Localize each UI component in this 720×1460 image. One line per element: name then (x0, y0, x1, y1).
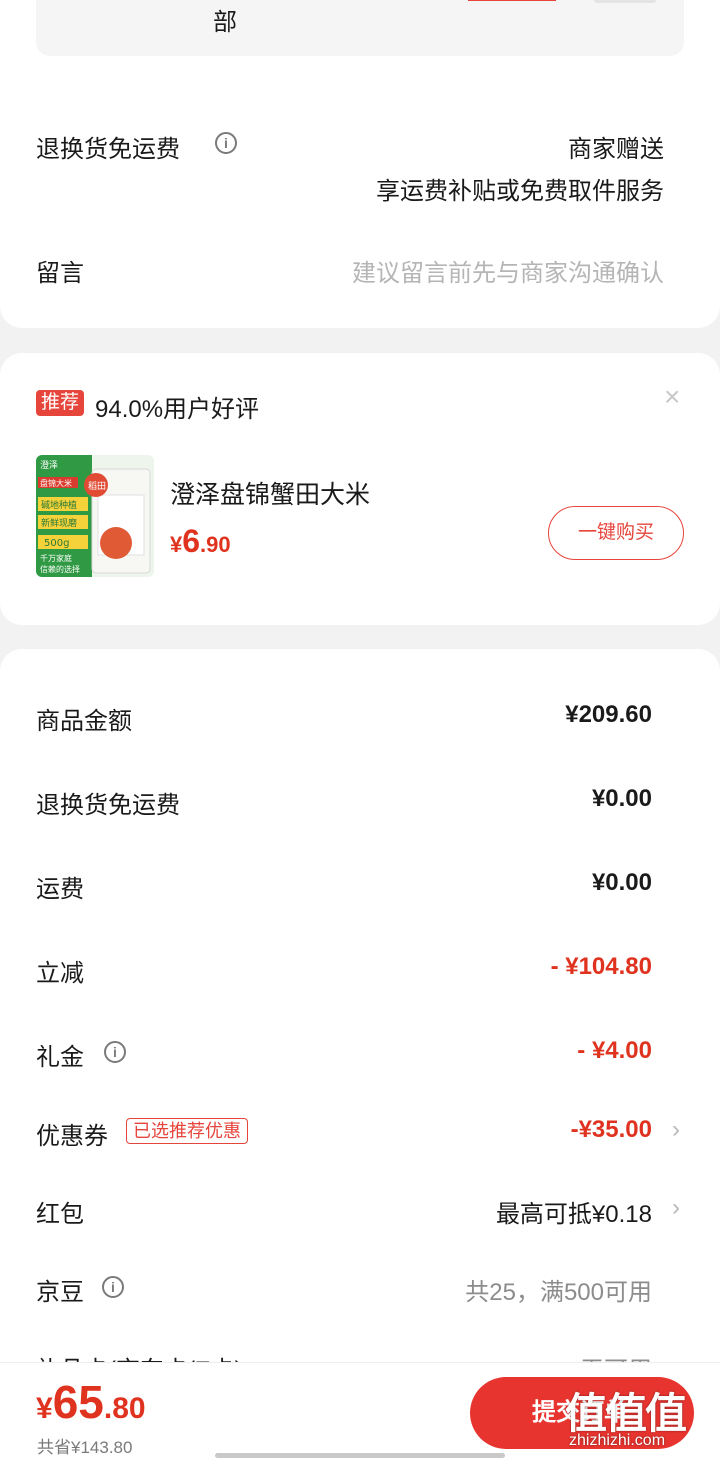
image-line4: 信赖的选择 (40, 564, 80, 574)
return-shipping-label: 退换货免运费 (36, 136, 180, 163)
price-summary-card: 商品金额 ¥209.60 退换货免运费 ¥0.00 运费 ¥0.00 立减 - … (0, 649, 720, 1460)
summary-value: ¥0.00 (591, 869, 652, 896)
order-confirm-page: 部 退换货免运费 i 商家赠送 享运费补贴或免费取件服务 留言 建议留言前先与商… (0, 0, 720, 1460)
message-input[interactable]: 建议留言前先与商家沟通确认 (352, 253, 664, 288)
chevron-right-icon[interactable]: › (672, 1194, 680, 1222)
address-tag (468, 0, 556, 1)
one-click-buy-button[interactable]: 一键购买 (548, 506, 684, 560)
product-price: ¥6.90 (170, 523, 231, 560)
address-box[interactable] (36, 0, 684, 56)
total-dec: .80 (103, 1392, 146, 1425)
summary-value: - ¥104.80 (550, 953, 652, 980)
summary-row-discount: 立减 - ¥104.80 (0, 949, 720, 989)
summary-value: ¥209.60 (565, 701, 652, 728)
summary-value: 共25，满500可用 (465, 1279, 652, 1306)
summary-row-return-shipping: 退换货免运费 ¥0.00 (0, 781, 720, 821)
summary-row-shipping: 运费 ¥0.00 (0, 865, 720, 905)
return-shipping-value: 商家赠送 (568, 136, 664, 163)
image-tag2: 稻田 (88, 481, 106, 492)
summary-row-jd-beans: 京豆 i 共25，满500可用 (0, 1268, 720, 1308)
chevron-right-icon[interactable]: › (672, 1116, 680, 1144)
product-image[interactable]: 澄泽 盘锦大米 稻田 碱地种植 新鲜现磨 500g 千万家庭 信赖的选择 (36, 455, 154, 577)
recommend-rating: 94.0%用户好评 (95, 396, 260, 423)
summary-label: 礼金 (36, 1044, 84, 1071)
recommend-card: 推荐 94.0%用户好评 × 澄泽 盘锦大米 稻田 碱地种植 新鲜现磨 500g (0, 353, 720, 625)
coupon-selected-tag: 已选推荐优惠 (126, 1118, 248, 1144)
summary-label: 京豆 (36, 1279, 84, 1306)
address-text: 部 (213, 9, 237, 36)
return-shipping-desc: 享运费补贴或免费取件服务 (376, 178, 664, 205)
total-int: 65 (52, 1376, 104, 1428)
info-icon[interactable]: i (104, 1041, 126, 1063)
price-int: 6 (182, 523, 201, 559)
message-label: 留言 (36, 260, 84, 287)
price-symbol: ¥ (170, 532, 183, 557)
summary-value: 最高可抵¥0.18 (495, 1201, 652, 1228)
summary-row-coupon[interactable]: 优惠券 已选推荐优惠 -¥35.00 › (0, 1112, 720, 1152)
info-icon[interactable]: i (102, 1276, 124, 1298)
saved-amount: 共省¥143.80 (37, 1438, 133, 1457)
image-weight: 500g (44, 538, 69, 549)
product-name[interactable]: 澄泽盘锦蟹田大米 (170, 475, 370, 511)
total-price: ¥65.80 (36, 1375, 146, 1429)
recommend-tag: 推荐 (36, 390, 85, 416)
summary-label: 运费 (36, 876, 84, 903)
shipping-card: 部 退换货免运费 i 商家赠送 享运费补贴或免费取件服务 留言 建议留言前先与商… (0, 0, 720, 328)
summary-label: 立减 (36, 960, 84, 987)
watermark-site: zhizhizhi.com (569, 1432, 666, 1449)
image-line3: 千万家庭 (40, 553, 72, 563)
summary-value: - ¥4.00 (577, 1037, 652, 1064)
summary-value: ¥0.00 (591, 785, 652, 812)
summary-value: -¥35.00 (570, 1116, 652, 1143)
image-line2: 新鲜现磨 (41, 517, 77, 529)
summary-label: 商品金额 (36, 708, 132, 735)
address-button[interactable] (594, 0, 656, 3)
summary-label: 红包 (36, 1201, 84, 1228)
summary-row-goods: 商品金额 ¥209.60 (0, 697, 720, 737)
rice-bag-image: 澄泽 盘锦大米 稻田 碱地种植 新鲜现磨 500g 千万家庭 信赖的选择 (36, 455, 154, 577)
info-icon[interactable]: i (215, 132, 237, 154)
summary-label: 优惠券 (36, 1123, 108, 1150)
summary-row-red-packet[interactable]: 红包 最高可抵¥0.18 › (0, 1190, 720, 1230)
image-line1: 碱地种植 (41, 499, 77, 511)
watermark: 值值值 zhizhizhi.com (565, 1380, 715, 1460)
home-indicator[interactable] (215, 1453, 505, 1458)
price-dec: .90 (200, 532, 231, 557)
total-symbol: ¥ (36, 1392, 53, 1425)
summary-row-gift-money: 礼金 i - ¥4.00 (0, 1033, 720, 1073)
summary-label: 退换货免运费 (36, 792, 180, 819)
image-tag1: 盘锦大米 (40, 478, 72, 488)
close-icon[interactable]: × (664, 383, 680, 411)
image-brand: 澄泽 (40, 459, 58, 471)
